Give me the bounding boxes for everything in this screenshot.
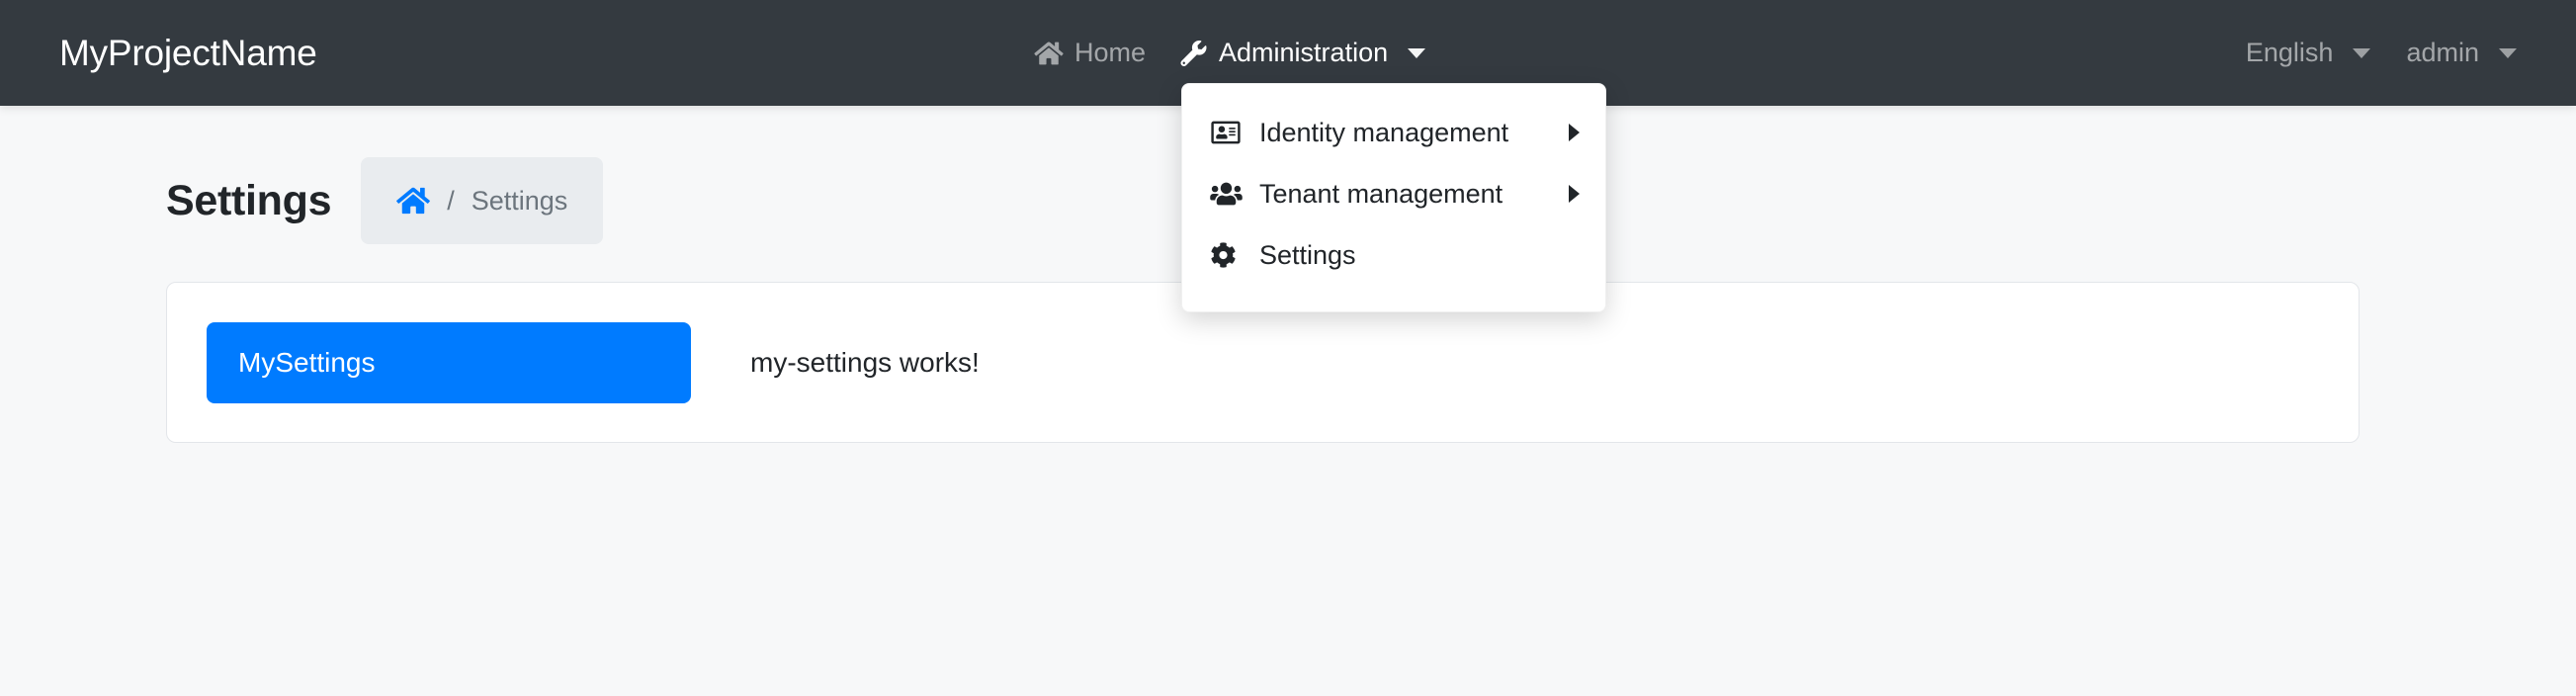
menu-item-tenant-management[interactable]: Tenant management [1182, 163, 1605, 224]
nav-item-administration[interactable]: Administration [1179, 40, 1425, 66]
nav-item-language[interactable]: English [2246, 40, 2371, 66]
chevron-down-icon [2353, 48, 2370, 58]
chevron-right-icon [1569, 185, 1580, 203]
nav-item-language-label: English [2246, 40, 2334, 66]
breadcrumb-home-icon[interactable] [396, 186, 430, 216]
breadcrumb-current: Settings [472, 186, 568, 217]
chevron-right-icon [1569, 124, 1580, 141]
my-settings-button[interactable]: MySettings [207, 322, 691, 403]
nav-item-user[interactable]: admin [2406, 40, 2517, 66]
chevron-down-icon [2499, 48, 2517, 58]
menu-item-settings[interactable]: Settings [1182, 224, 1605, 286]
nav-item-home-label: Home [1074, 40, 1146, 66]
nav-item-administration-label: Administration [1219, 40, 1388, 66]
breadcrumb-separator: / [447, 186, 455, 217]
id-card-icon [1210, 120, 1245, 145]
breadcrumb: / Settings [361, 157, 603, 244]
chevron-down-icon [1408, 48, 1425, 58]
navbar-right-links: English admin [2246, 0, 2517, 106]
component-works-text: my-settings works! [750, 347, 980, 379]
home-icon [1034, 41, 1064, 66]
menu-item-tenant-management-label: Tenant management [1259, 179, 1555, 210]
menu-item-identity-management[interactable]: Identity management [1182, 102, 1605, 163]
brand-title[interactable]: MyProjectName [59, 33, 317, 74]
page-title: Settings [166, 180, 331, 222]
wrench-icon [1179, 41, 1208, 66]
menu-item-identity-management-label: Identity management [1259, 118, 1555, 148]
nav-item-home[interactable]: Home [1034, 40, 1146, 66]
administration-dropdown-menu: Identity management Tenant management Se… [1181, 83, 1606, 312]
nav-item-user-label: admin [2406, 40, 2479, 66]
menu-item-settings-label: Settings [1259, 240, 1580, 271]
users-icon [1210, 181, 1245, 207]
gear-icon [1210, 242, 1245, 268]
